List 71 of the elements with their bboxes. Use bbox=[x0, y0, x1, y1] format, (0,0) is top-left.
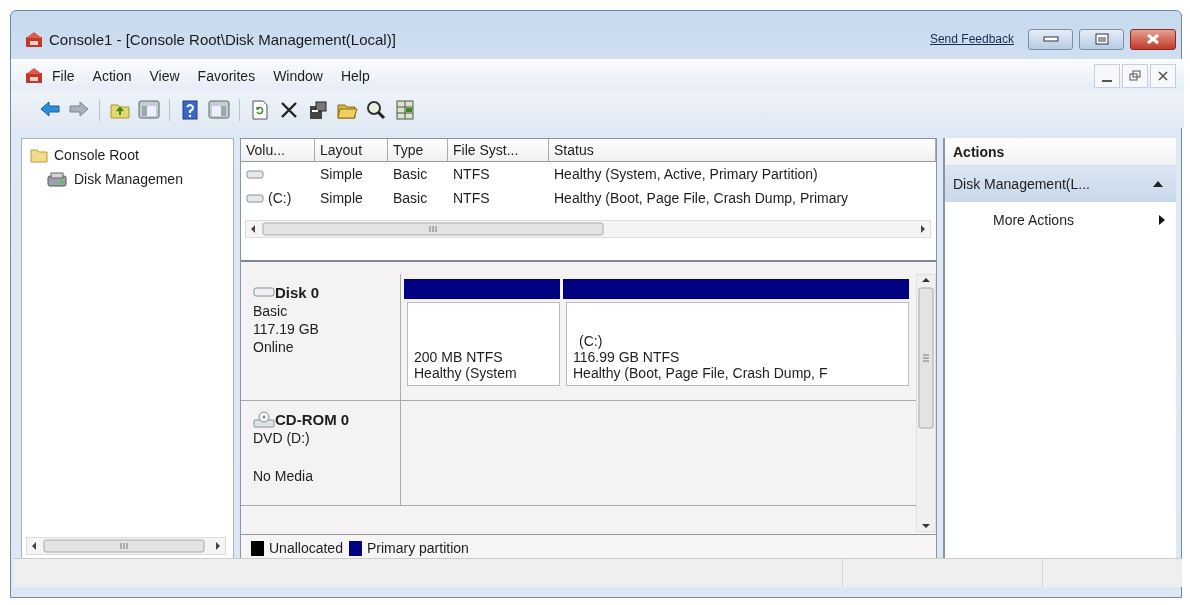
folder-icon bbox=[30, 147, 48, 163]
menu-item[interactable]: File bbox=[43, 64, 84, 87]
drive-icon bbox=[246, 193, 264, 203]
table-cell: Simple bbox=[320, 190, 363, 206]
disk-info: 117.19 GB bbox=[253, 321, 320, 337]
properties-icon[interactable] bbox=[307, 98, 329, 121]
action-item[interactable]: More Actions bbox=[945, 202, 1176, 238]
table-cell: Simple bbox=[320, 166, 363, 182]
disk-info: No Media bbox=[253, 468, 314, 484]
menu-item[interactable]: View bbox=[140, 64, 189, 87]
disk-info: DVD (D:) bbox=[253, 430, 311, 446]
disk-name: Disk 0 bbox=[275, 284, 320, 301]
submenu-arrow-icon bbox=[1158, 214, 1166, 226]
menu-item[interactable]: Window bbox=[264, 64, 332, 87]
partition-box[interactable]: 200 MB NTFS Healthy (System bbox=[407, 302, 560, 386]
maximize-button[interactable] bbox=[1079, 28, 1124, 50]
partition-box[interactable]: (C:) 116.99 GB NTFS Healthy (Boot, Page File, Crash Dump, F bbox=[566, 302, 909, 386]
table-cell: NTFS bbox=[453, 166, 490, 182]
column-header[interactable]: Volu... bbox=[241, 139, 315, 161]
menu-item[interactable]: Action bbox=[83, 64, 141, 87]
cd-drive-icon bbox=[253, 411, 275, 428]
disk-info: Basic bbox=[253, 303, 289, 319]
column-header[interactable]: Layout bbox=[315, 139, 388, 161]
tree-item[interactable]: Console Root bbox=[54, 147, 139, 163]
disk-drive-icon bbox=[46, 170, 68, 188]
partition-info: Healthy (Boot, Page File, Crash Dump, F bbox=[573, 365, 829, 381]
partition-info: 116.99 GB NTFS bbox=[573, 349, 681, 365]
actions-section[interactable]: Disk Management(L... bbox=[945, 166, 1176, 202]
restore-icon bbox=[1128, 68, 1142, 83]
console-icon bbox=[25, 67, 43, 84]
partition-info: Healthy (System bbox=[414, 365, 518, 381]
table-cell: Healthy (Boot, Page File, Crash Dump, Primary bbox=[554, 190, 849, 206]
restore-button[interactable] bbox=[1122, 63, 1148, 88]
drive-icon bbox=[246, 169, 264, 179]
help-icon[interactable] bbox=[179, 98, 201, 121]
disk-info: Online bbox=[253, 339, 295, 355]
close-icon bbox=[1156, 68, 1170, 83]
column-header[interactable]: Status bbox=[549, 139, 936, 161]
horizontal-scrollbar[interactable] bbox=[245, 220, 931, 238]
horizontal-scrollbar[interactable] bbox=[26, 537, 226, 555]
close-icon bbox=[1145, 33, 1161, 45]
menu-item[interactable]: Favorites bbox=[188, 64, 265, 87]
grid-icon[interactable] bbox=[394, 98, 416, 121]
magnifier-icon[interactable] bbox=[365, 98, 387, 121]
close-button[interactable] bbox=[1130, 28, 1176, 50]
vertical-scrollbar[interactable] bbox=[916, 274, 936, 532]
table-cell: Basic bbox=[393, 190, 428, 206]
partition-label: (C:) bbox=[578, 333, 604, 349]
column-header[interactable]: Type bbox=[388, 139, 448, 161]
maximize-icon bbox=[1093, 33, 1110, 45]
table-cell: (C:) bbox=[268, 190, 292, 206]
minimize-icon bbox=[1101, 78, 1113, 83]
minimize-button[interactable] bbox=[1028, 28, 1073, 50]
menu-item[interactable]: Help bbox=[331, 64, 379, 87]
minimize-icon bbox=[1042, 33, 1059, 45]
tree-item[interactable]: Disk Managemen bbox=[74, 171, 183, 187]
window-title: Console1 - [Console Root\Disk Management(Local)] bbox=[49, 30, 397, 48]
column-header[interactable]: File Syst... bbox=[448, 139, 549, 161]
legend-label: Unallocated bbox=[269, 540, 343, 556]
panel-icon[interactable] bbox=[138, 98, 160, 121]
send-feedback-link[interactable]: Send Feedback bbox=[929, 32, 1014, 46]
disk-name: CD-ROM 0 bbox=[275, 411, 350, 428]
console-icon bbox=[25, 30, 43, 48]
table-cell: Healthy (System, Active, Primary Partition) bbox=[554, 166, 818, 182]
partition-info: 200 MB NTFS bbox=[414, 349, 504, 365]
table-cell: NTFS bbox=[453, 190, 490, 206]
legend-label: Primary partition bbox=[366, 540, 469, 556]
document-refresh-icon[interactable] bbox=[249, 98, 271, 121]
table-cell: Basic bbox=[393, 166, 428, 182]
minimize-button[interactable] bbox=[1094, 63, 1120, 88]
panel-icon[interactable] bbox=[208, 98, 230, 121]
